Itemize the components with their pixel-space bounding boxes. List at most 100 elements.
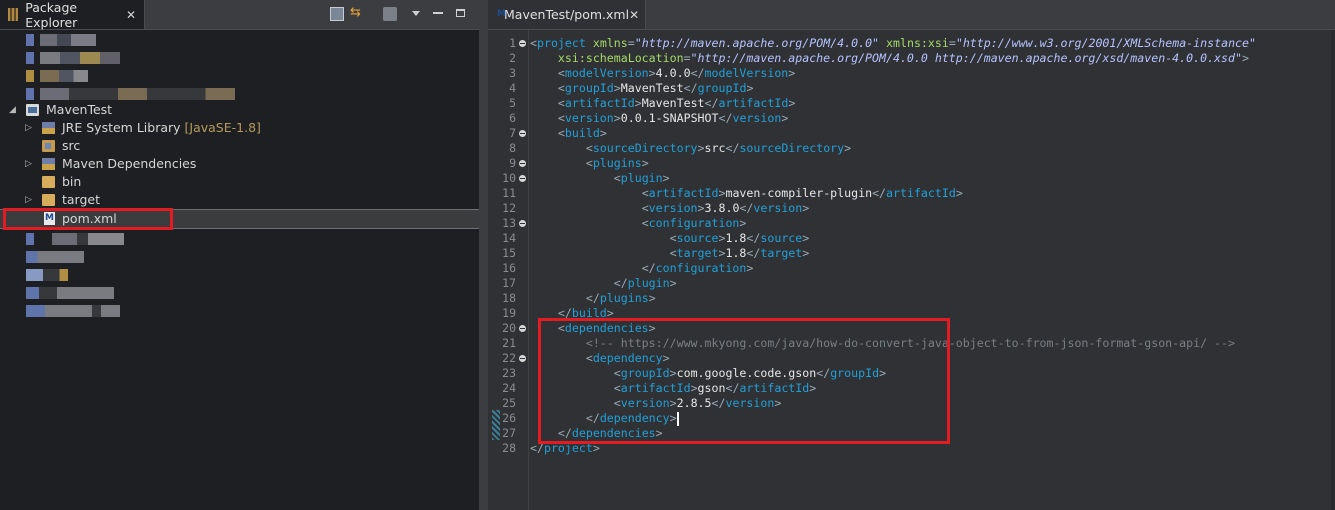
obscured-item [26,34,34,46]
line-number: 17 [502,276,516,290]
tree-item-label: MavenTest [46,102,113,117]
code-line: <source>1.8</source> [669,231,810,245]
view-menu-icon[interactable] [412,11,420,16]
fold-toggle-icon[interactable] [519,355,526,362]
editor-tab-title: MavenTest/pom.xml [504,7,630,22]
line-number: 9 [509,156,516,170]
line-number: 23 [502,366,516,380]
link-with-editor-icon[interactable]: ⇆ [350,5,361,20]
minimize-icon[interactable] [433,12,443,14]
line-number: 12 [502,201,516,215]
editor-tab-pom-xml[interactable]: MavenTest/pom.xml ✕ [488,0,646,29]
code-line: </configuration> [641,261,754,275]
obscured-item [40,88,235,100]
tree-item-bin[interactable]: bin [0,173,479,191]
line-number-ruler: 1 2 3 4 5 6 7 8 9 10 11 12 13 14 15 16 17 18 19 20 21 22 23 24 2… [492,30,529,510]
code-line: <version>0.0.1-SNAPSHOT</version> [557,111,789,125]
code-line: <target>1.8</target> [669,246,810,260]
package-explorer-tab[interactable]: Package Explorer ✕ [0,0,145,30]
code-line: <artifactId>maven-compiler-plugin</artif… [641,186,963,200]
line-number: 4 [509,81,516,95]
obscured-item [40,70,88,82]
obscured-item [26,88,34,100]
obscured-item [40,34,96,46]
tree-item-target[interactable]: ▷ target [0,191,479,209]
maximize-icon[interactable] [456,9,465,17]
collapsed-arrow-icon[interactable]: ▷ [25,119,32,137]
line-number: 3 [509,66,516,80]
expanded-arrow-icon[interactable]: ◢ [9,101,16,119]
pom-xml-highlight-box [3,208,173,230]
line-number: 10 [502,171,516,185]
editor-tab-bar: MavenTest/pom.xml ✕ [488,0,1335,30]
view-divider[interactable] [479,0,488,510]
fold-toggle-icon[interactable] [519,220,526,227]
line-number: 11 [502,186,516,200]
tree-item-src[interactable]: src [0,137,479,155]
fold-toggle-icon[interactable] [519,40,526,47]
jre-label: JRE System Library [62,120,181,135]
obscured-item [40,52,120,64]
vertical-scrollbar[interactable] [1331,30,1335,510]
obscured-item [26,233,34,245]
tree-item-label: src [62,138,81,153]
code-line: </plugins> [585,291,656,305]
close-icon[interactable]: ✕ [629,8,639,22]
line-number: 20 [502,321,516,335]
obscured-item [26,269,68,281]
code-line: <version>3.8.0</version> [641,201,810,215]
line-number: 25 [502,396,516,410]
line-number: 26 [502,411,516,425]
obscured-item [26,287,114,299]
xml-source-editor[interactable]: 1 2 3 4 5 6 7 8 9 10 11 12 13 14 15 16 17 18 19 20 21 22 23 24 2… [488,30,1335,510]
code-line: <configuration> [641,216,747,230]
tree-item-maven-dependencies[interactable]: ▷ Maven Dependencies [0,155,479,173]
line-number: 1 [509,36,516,50]
line-number: 24 [502,381,516,395]
line-number: 21 [502,336,516,350]
line-number: 13 [502,216,516,230]
code-line: <sourceDirectory>src</sourceDirectory> [585,141,852,155]
java-project-icon [26,104,39,116]
line-number: 22 [502,351,516,365]
code-line: <plugin> [613,171,670,185]
text-caret [677,412,679,426]
focus-icon[interactable] [383,7,397,21]
editor-area: MavenTest/pom.xml ✕ 1 2 3 4 5 6 7 8 9 10 11 12 13 14 1… [488,0,1335,510]
package-explorer-title: Package Explorer [25,0,78,30]
fold-toggle-icon[interactable] [519,325,526,332]
tree-item-jre[interactable]: ▷ JRE System Library [JavaSE-1.8] [0,119,479,137]
code-line: <groupId>MavenTest</groupId> [557,81,754,95]
source-folder-icon [42,140,55,152]
close-icon[interactable]: ✕ [126,8,136,22]
package-explorer-view: Package Explorer ✕ ⇆ ◢ MavenTest ▷ JRE S… [0,0,480,510]
tree-item-label: JRE System Library [JavaSE-1.8] [62,119,261,137]
collapse-all-icon[interactable] [330,7,344,21]
line-number: 2 [509,51,516,65]
library-icon [42,122,55,134]
folder-icon [42,194,55,206]
line-number: 8 [509,141,516,155]
obscured-item [26,251,84,263]
line-number: 5 [509,96,516,110]
line-number: 7 [509,126,516,140]
dependencies-highlight-box [538,318,950,444]
fold-toggle-icon[interactable] [519,160,526,167]
line-number: 28 [502,441,516,455]
jre-version-suffix: [JavaSE-1.8] [180,120,261,135]
line-number: 18 [502,291,516,305]
line-number: 6 [509,111,516,125]
library-icon [42,158,55,170]
fold-toggle-icon[interactable] [519,130,526,137]
tree-item-project[interactable]: ◢ MavenTest [0,101,479,119]
package-explorer-header: Package Explorer ✕ ⇆ [0,0,479,30]
fold-toggle-icon[interactable] [519,175,526,182]
tree-item-label: target [62,192,101,207]
code-line: xsi:schemaLocation="http://maven.apache.… [557,51,1249,65]
collapsed-arrow-icon[interactable]: ▷ [25,191,32,209]
line-number: 19 [502,306,516,320]
obscured-item [52,233,124,245]
obscured-item [26,52,34,64]
code-line: </plugin> [613,276,677,290]
collapsed-arrow-icon[interactable]: ▷ [25,155,32,173]
